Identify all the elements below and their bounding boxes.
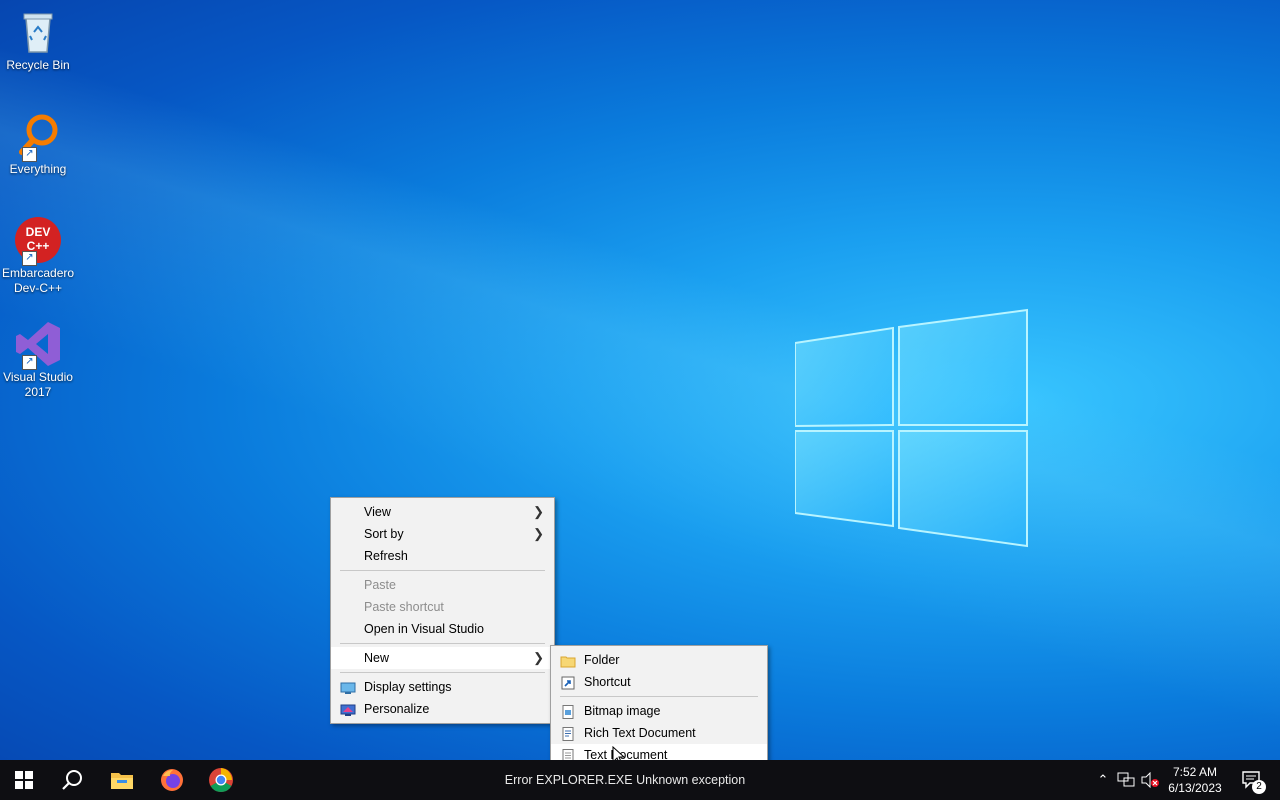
menu-item-new[interactable]: New ❯ — [331, 647, 554, 669]
desktop-icon-devcpp[interactable]: DEV C++ ↗ Embarcadero Dev-C++ — [2, 216, 74, 296]
menu-item-display-settings[interactable]: Display settings — [331, 676, 554, 698]
menu-separator — [560, 696, 758, 697]
desktop-context-menu: View ❯ Sort by ❯ Refresh Paste Paste sho… — [330, 497, 555, 724]
desktop-icon-label: Everything — [9, 162, 67, 176]
shortcut-arrow-icon: ↗ — [22, 147, 37, 162]
menu-item-label: Refresh — [364, 549, 408, 563]
chrome-icon — [209, 768, 233, 793]
menu-item-view[interactable]: View ❯ — [331, 501, 554, 523]
shortcut-arrow-icon: ↗ — [22, 355, 37, 370]
menu-item-label: Bitmap image — [584, 704, 661, 718]
visual-studio-icon: ↗ — [14, 320, 62, 370]
menu-separator — [340, 570, 545, 571]
everything-magnifier-icon: ↗ — [14, 112, 62, 162]
display-monitor-icon — [340, 680, 356, 694]
desktop-icon-visual-studio[interactable]: ↗ Visual Studio 2017 — [2, 320, 74, 400]
shortcut-arrow-icon: ↗ — [22, 251, 37, 266]
desktop-icon-recycle-bin[interactable]: Recycle Bin — [2, 8, 74, 73]
network-button[interactable] — [1114, 760, 1138, 800]
clock-date: 6/13/2023 — [1168, 781, 1222, 795]
desktop-icon-everything[interactable]: ↗ Everything — [2, 112, 74, 177]
menu-item-label: View — [364, 505, 391, 519]
volume-button[interactable] — [1138, 760, 1162, 800]
recycle-bin-icon — [14, 8, 62, 56]
bitmap-image-icon — [560, 704, 576, 719]
personalize-icon — [340, 702, 356, 716]
menu-item-personalize[interactable]: Personalize — [331, 698, 554, 720]
chevron-right-icon: ❯ — [533, 650, 544, 665]
menu-item-label: Folder — [584, 653, 620, 667]
chevron-right-icon: ❯ — [533, 504, 544, 519]
clock-time: 7:52 AM — [1172, 765, 1218, 779]
devcpp-icon-text: DEV C++ — [25, 225, 51, 253]
volume-muted-icon — [1141, 772, 1159, 788]
taskbar-file-explorer[interactable] — [98, 760, 146, 800]
firefox-icon — [161, 769, 183, 791]
submenu-item-shortcut[interactable]: Shortcut — [551, 671, 767, 693]
desktop-icon-label: Recycle Bin — [6, 58, 70, 72]
submenu-item-rich-text-document[interactable]: Rich Text Document — [551, 722, 767, 744]
search-icon — [62, 770, 82, 790]
menu-item-label: Rich Text Document — [584, 726, 696, 740]
taskbar: Error EXPLORER.EXE Unknown exception ⌃ 7… — [0, 760, 1280, 800]
menu-item-label: Paste — [364, 578, 396, 592]
menu-separator — [340, 643, 545, 644]
menu-item-label: Open in Visual Studio — [364, 622, 484, 636]
menu-item-label: New — [364, 651, 390, 665]
show-hidden-icons-button[interactable]: ⌃ — [1092, 760, 1114, 800]
desktop-icon-label: Embarcadero Dev-C++ — [2, 266, 75, 295]
menu-separator — [340, 672, 545, 673]
devcpp-icon: DEV C++ ↗ — [14, 216, 62, 266]
menu-item-paste-shortcut[interactable]: Paste shortcut — [331, 596, 554, 618]
rich-text-document-icon — [560, 726, 576, 741]
menu-item-refresh[interactable]: Refresh — [331, 545, 554, 567]
menu-item-label: Display settings — [364, 680, 452, 694]
taskbar-chrome[interactable] — [197, 760, 245, 800]
chevron-up-icon: ⌃ — [1097, 772, 1109, 787]
submenu-item-bitmap-image[interactable]: Bitmap image — [551, 700, 767, 722]
windows-start-icon — [15, 771, 33, 789]
chevron-right-icon: ❯ — [533, 526, 544, 541]
menu-item-open-in-visual-studio[interactable]: Open in Visual Studio — [331, 618, 554, 640]
taskbar-firefox[interactable] — [148, 760, 196, 800]
menu-item-paste[interactable]: Paste — [331, 574, 554, 596]
action-center-button[interactable]: 2 — [1232, 760, 1272, 800]
search-button[interactable] — [48, 760, 96, 800]
taskbar-clock[interactable]: 7:52 AM 6/13/2023 — [1160, 764, 1230, 796]
network-icon — [1117, 772, 1135, 787]
menu-item-label: Shortcut — [584, 675, 631, 689]
menu-item-label: Personalize — [364, 702, 430, 716]
file-explorer-icon — [111, 773, 133, 789]
menu-item-sort-by[interactable]: Sort by ❯ — [331, 523, 554, 545]
shortcut-icon — [560, 675, 576, 690]
folder-icon — [560, 653, 576, 668]
taskbar-error-status: Error EXPLORER.EXE Unknown exception — [504, 773, 746, 787]
desktop-icon-label: Visual Studio 2017 — [3, 370, 73, 399]
notification-count-badge: 2 — [1252, 780, 1266, 794]
submenu-item-folder[interactable]: Folder — [551, 649, 767, 671]
menu-item-label: Paste shortcut — [364, 600, 444, 614]
start-button[interactable] — [0, 760, 48, 800]
menu-item-label: Sort by — [364, 527, 404, 541]
windows-logo-wallpaper — [795, 308, 1028, 548]
new-submenu: Folder Shortcut Bitmap image Rich Text D… — [550, 645, 768, 770]
